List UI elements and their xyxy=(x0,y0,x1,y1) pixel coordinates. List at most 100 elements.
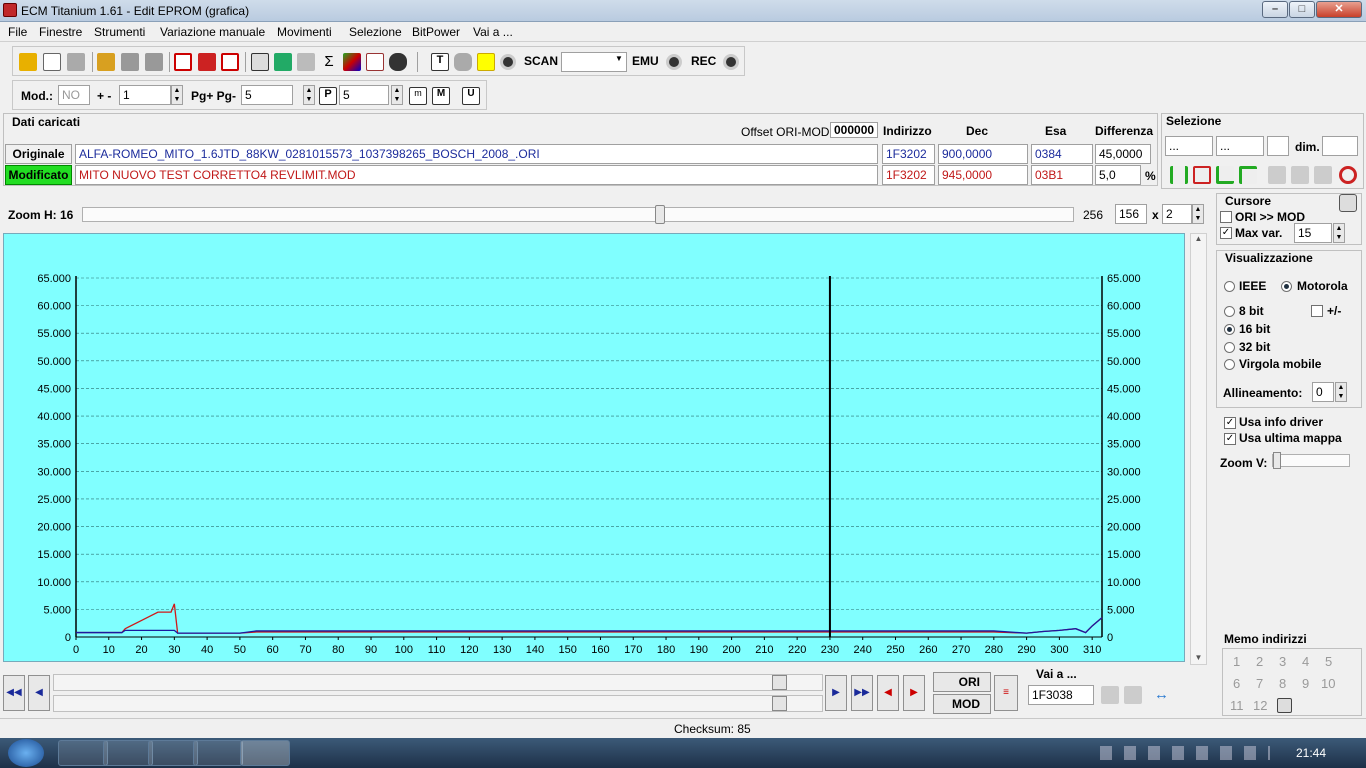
alignment-field[interactable]: 0 xyxy=(1312,382,1334,402)
address-scroll-thumb-bottom[interactable] xyxy=(772,696,787,711)
memo-1[interactable]: 1 xyxy=(1233,654,1240,669)
menu-movimenti[interactable]: Movimenti xyxy=(277,25,332,39)
zoom-h-slider[interactable] xyxy=(82,207,1074,222)
memo-7[interactable]: 7 xyxy=(1256,676,1263,691)
ori-mod-checkbox[interactable] xyxy=(1220,211,1232,223)
select-all-icon[interactable] xyxy=(1170,166,1188,184)
emu-icon[interactable] xyxy=(666,54,682,70)
next-diff-button[interactable]: ▶ xyxy=(903,675,925,711)
max-var-checkbox[interactable]: ✓ xyxy=(1220,227,1232,239)
copy-sel-icon[interactable] xyxy=(1268,166,1286,184)
max-var-spinner[interactable]: ▲ ▼ xyxy=(1333,223,1345,243)
menu-bitpower[interactable]: BitPower xyxy=(412,25,460,39)
plusminus-spinner[interactable]: ▲ ▼ xyxy=(171,85,183,105)
sigma-icon[interactable]: Σ xyxy=(320,53,338,71)
pg-field[interactable]: 5 xyxy=(241,85,293,105)
original-label[interactable]: Originale xyxy=(5,144,72,164)
rec-icon[interactable] xyxy=(723,54,739,70)
menu-strumenti[interactable]: Strumenti xyxy=(94,25,145,39)
memo-3[interactable]: 3 xyxy=(1279,654,1286,669)
runner-icon[interactable] xyxy=(477,53,495,71)
signed-checkbox[interactable] xyxy=(1311,305,1323,317)
pen-icon[interactable] xyxy=(297,53,315,71)
modified-esa[interactable]: 03B1 xyxy=(1031,165,1093,185)
modified-dec[interactable]: 945,0000 xyxy=(938,165,1028,185)
dim-field[interactable] xyxy=(1322,136,1358,156)
p-icon[interactable]: P xyxy=(319,87,337,105)
max-var-field[interactable]: 15 xyxy=(1294,223,1332,243)
chrome-task[interactable] xyxy=(58,740,108,766)
memo-4[interactable]: 4 xyxy=(1302,654,1309,669)
binoculars-icon[interactable] xyxy=(389,53,407,71)
minimize-button[interactable]: – xyxy=(1262,1,1288,18)
open-folder-icon[interactable] xyxy=(97,53,115,71)
modified-label[interactable]: Modificato xyxy=(5,165,72,185)
zoom-h-thumb[interactable] xyxy=(655,205,665,224)
u-icon[interactable]: U xyxy=(462,87,480,105)
first-page-button[interactable]: ◀◀ xyxy=(3,675,25,711)
ieee-radio[interactable] xyxy=(1224,281,1235,292)
maximize-button[interactable]: □ xyxy=(1289,1,1315,18)
memo-9[interactable]: 9 xyxy=(1302,676,1309,691)
document-edit-icon[interactable] xyxy=(251,53,269,71)
16bit-radio[interactable] xyxy=(1224,324,1235,335)
tray-icons[interactable] xyxy=(1100,746,1270,760)
menu-vai-a[interactable]: Vai a ... xyxy=(473,25,513,39)
prev-diff-button[interactable]: ◀ xyxy=(877,675,899,711)
motorola-radio[interactable] xyxy=(1281,281,1292,292)
goto-right-icon[interactable] xyxy=(1124,686,1142,704)
select-block-icon[interactable] xyxy=(1239,166,1257,184)
swap-arrows-icon[interactable]: ↔ xyxy=(1154,686,1169,703)
chart-area[interactable]: 0 0 5.000 5.000 10.000 10.000 15.000 15.000 20.0… xyxy=(3,233,1185,662)
chevron-down-icon[interactable]: ▼ xyxy=(615,54,623,63)
address-scrollbar-bottom[interactable] xyxy=(53,695,823,712)
app-task-1[interactable] xyxy=(148,740,198,766)
address-scroll-thumb-top[interactable] xyxy=(772,675,787,690)
selection-start[interactable]: ... xyxy=(1165,136,1213,156)
ori-button[interactable]: ORI xyxy=(933,672,991,692)
zoom-v-slider[interactable] xyxy=(1272,454,1350,467)
zoom-v-thumb[interactable] xyxy=(1273,452,1281,469)
copy-icon[interactable] xyxy=(67,53,85,71)
next-button[interactable]: ▶ xyxy=(825,675,847,711)
float-radio[interactable] xyxy=(1224,359,1235,370)
8bit-radio[interactable] xyxy=(1224,306,1235,317)
p-field[interactable]: 5 xyxy=(339,85,389,105)
m-big-icon[interactable]: M xyxy=(432,87,450,105)
zoom-mult[interactable]: 2 xyxy=(1162,204,1192,224)
original-esa[interactable]: 0384 xyxy=(1031,144,1093,164)
chevron-up-icon[interactable]: ▲ xyxy=(1191,234,1206,243)
ecm-titanium-task[interactable] xyxy=(240,740,290,766)
lock-icon[interactable] xyxy=(1339,194,1357,212)
use-driver-info-checkbox[interactable]: ✓ xyxy=(1224,417,1236,429)
close-button[interactable]: ✕ xyxy=(1316,1,1362,18)
goto-left-icon[interactable] xyxy=(1101,686,1119,704)
memo-12[interactable]: 12 xyxy=(1253,698,1267,713)
zoom-value[interactable]: 156 xyxy=(1115,204,1147,224)
selection-end[interactable]: ... xyxy=(1216,136,1264,156)
move-sel-icon[interactable] xyxy=(1314,166,1332,184)
original-file-field[interactable]: ALFA-ROMEO_MITO_1.6JTD_88KW_0281015573_1… xyxy=(75,144,878,164)
text-tool-icon[interactable]: T xyxy=(431,53,449,71)
memo-10[interactable]: 10 xyxy=(1321,676,1335,691)
chart-icon[interactable] xyxy=(366,53,384,71)
offset-field[interactable]: 000000 xyxy=(830,122,878,138)
paste-sel-icon[interactable] xyxy=(1291,166,1309,184)
battery-icon[interactable] xyxy=(274,53,292,71)
chevron-down-icon[interactable]: ▼ xyxy=(1191,653,1206,662)
start-button[interactable] xyxy=(8,739,44,767)
menu-variazione-manuale[interactable]: Variazione manuale xyxy=(160,25,265,39)
mod-button[interactable]: MOD xyxy=(933,694,991,714)
menu-selezione[interactable]: Selezione xyxy=(349,25,402,39)
select-add-icon[interactable] xyxy=(1216,166,1234,184)
pg-spinner[interactable]: ▲ ▼ xyxy=(303,85,315,105)
menu-file[interactable]: File xyxy=(8,25,27,39)
zoom-mult-spinner[interactable]: ▲ ▼ xyxy=(1192,204,1204,224)
line-chart[interactable]: 0 05.000 5.00010.000 10.00015.000 15.00020.0… xyxy=(4,234,1186,663)
original-diff[interactable]: 45,0000 xyxy=(1095,144,1151,164)
record-scan-icon[interactable] xyxy=(500,54,516,70)
app-task-2[interactable] xyxy=(193,740,243,766)
colors-icon[interactable] xyxy=(343,53,361,71)
memo-5[interactable]: 5 xyxy=(1325,654,1332,669)
save-icon[interactable] xyxy=(121,53,139,71)
